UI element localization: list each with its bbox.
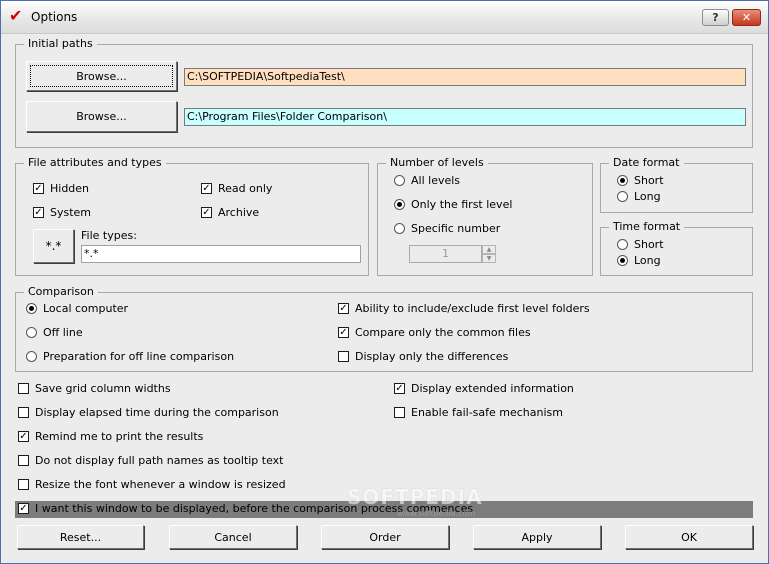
number-of-levels-legend: Number of levels	[386, 156, 488, 170]
radio-circle[interactable]	[394, 223, 405, 234]
radio-circle[interactable]	[394, 199, 405, 210]
archive-label: Archive	[218, 206, 260, 219]
file-attributes-legend: File attributes and types	[24, 156, 166, 170]
preparation-label: Preparation for off line comparison	[43, 350, 235, 363]
file-types-input[interactable]: *.*	[81, 245, 361, 263]
checkbox-box[interactable]: ✓	[18, 503, 29, 514]
title-bar[interactable]: ✔ Options ? ✕	[1, 1, 768, 34]
checkbox-box[interactable]: ✓	[338, 327, 349, 338]
dialog-body: Initial paths Browse... C:\SOFTPEDIA\Sof…	[1, 34, 768, 563]
read-only-label: Read only	[218, 182, 273, 195]
radio-dot	[29, 306, 34, 311]
all-levels-label: All levels	[411, 174, 461, 187]
checkbox-box[interactable]: ✓	[18, 431, 29, 442]
apply-button[interactable]: Apply	[473, 525, 601, 549]
time-long-label: Long	[634, 254, 661, 267]
initial-paths-legend: Initial paths	[24, 37, 97, 51]
checkbox-box[interactable]: ✓	[201, 183, 212, 194]
include-exclude-label: Ability to include/exclude first level f…	[355, 302, 590, 315]
options-dialog: ✔ Options ? ✕ Initial paths Browse... C:…	[0, 0, 769, 564]
no-full-path-label: Do not display full path names as toolti…	[35, 454, 284, 467]
off-line-label: Off line	[43, 326, 83, 339]
path-field-1[interactable]: C:\SOFTPEDIA\SoftpediaTest\	[184, 68, 746, 86]
spin-up-icon[interactable]: ▲	[482, 245, 496, 254]
system-label: System	[50, 206, 92, 219]
file-types-label: File types:	[81, 229, 137, 242]
radio-circle[interactable]	[26, 351, 37, 362]
elapsed-time-label: Display elapsed time during the comparis…	[35, 406, 279, 419]
order-button[interactable]: Order	[321, 525, 449, 549]
comparison-legend: Comparison	[24, 285, 98, 299]
checkbox-box[interactable]	[18, 479, 29, 490]
radio-circle[interactable]	[617, 255, 628, 266]
browse-button-1[interactable]: Browse...	[26, 61, 177, 91]
checkbox-box[interactable]: ✓	[201, 207, 212, 218]
watermark-url: www.softpedia.com	[397, 509, 476, 518]
radio-circle[interactable]	[617, 239, 628, 250]
date-format-legend: Date format	[609, 156, 684, 170]
close-button[interactable]: ✕	[732, 9, 761, 26]
initial-paths-group: Initial paths	[15, 37, 753, 148]
specific-number-label: Specific number	[411, 222, 501, 235]
reset-button[interactable]: Reset...	[17, 525, 144, 549]
save-grid-label: Save grid column widths	[35, 382, 171, 395]
radio-circle[interactable]	[26, 327, 37, 338]
radio-circle[interactable]	[26, 303, 37, 314]
browse-button-2[interactable]: Browse...	[26, 101, 177, 132]
checkmark-app-icon: ✔	[9, 6, 23, 25]
time-format-group: Time format	[600, 220, 753, 276]
spin-down-icon[interactable]: ▼	[482, 254, 496, 263]
path-field-2[interactable]: C:\Program Files\Folder Comparison\	[184, 108, 746, 126]
checkbox-box[interactable]	[394, 407, 405, 418]
radio-dot	[620, 178, 625, 183]
radio-dot	[620, 258, 625, 263]
checkbox-box[interactable]	[18, 383, 29, 394]
radio-circle[interactable]	[617, 191, 628, 202]
checkbox-box[interactable]: ✓	[33, 183, 44, 194]
time-short-label: Short	[634, 238, 664, 251]
radio-circle[interactable]	[394, 175, 405, 186]
differences-label: Display only the differences	[355, 350, 509, 363]
cancel-button[interactable]: Cancel	[169, 525, 297, 549]
checkbox-box[interactable]: ✓	[394, 383, 405, 394]
levels-spin-input[interactable]: 1	[409, 245, 482, 263]
resize-font-label: Resize the font whenever a window is res…	[35, 478, 286, 491]
checkbox-box[interactable]	[18, 407, 29, 418]
help-button[interactable]: ?	[702, 9, 729, 26]
remind-print-label: Remind me to print the results	[35, 430, 204, 443]
date-format-group: Date format	[600, 156, 753, 213]
common-files-label: Compare only the common files	[355, 326, 531, 339]
extended-info-label: Display extended information	[411, 382, 574, 395]
date-long-label: Long	[634, 190, 661, 203]
checkbox-box[interactable]: ✓	[338, 303, 349, 314]
time-format-legend: Time format	[609, 220, 685, 234]
softpedia-watermark: SOFTPEDIA	[347, 485, 483, 509]
file-types-button[interactable]: *.*	[33, 229, 74, 263]
date-short-label: Short	[634, 174, 664, 187]
radio-dot	[397, 202, 402, 207]
ok-button[interactable]: OK	[625, 525, 753, 549]
checkbox-box[interactable]: ✓	[33, 207, 44, 218]
first-level-label: Only the first level	[411, 198, 513, 211]
checkbox-box[interactable]	[338, 351, 349, 362]
window-title: Options	[31, 10, 78, 24]
hidden-label: Hidden	[50, 182, 90, 195]
checkbox-box[interactable]	[18, 455, 29, 466]
radio-circle[interactable]	[617, 175, 628, 186]
fail-safe-label: Enable fail-safe mechanism	[411, 406, 563, 419]
local-computer-label: Local computer	[43, 302, 129, 315]
